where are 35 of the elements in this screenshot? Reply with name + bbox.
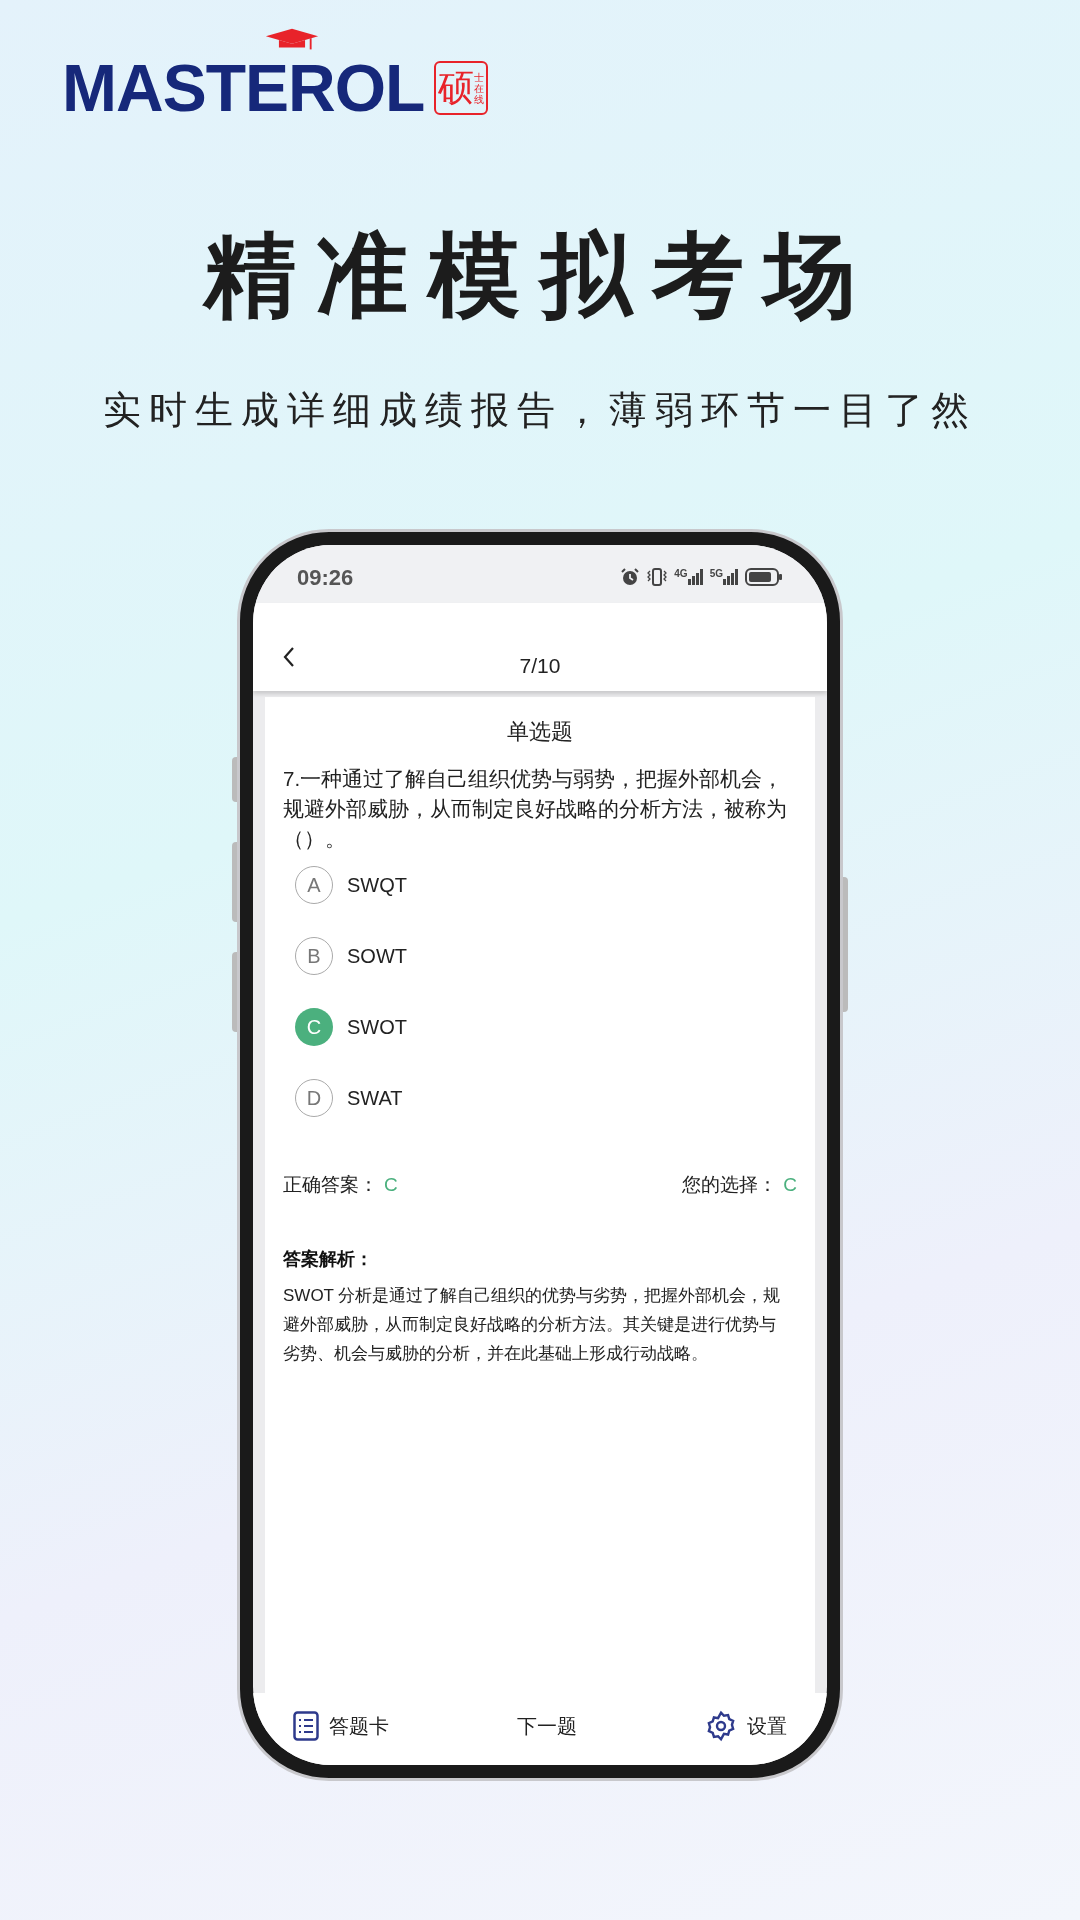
alarm-icon (620, 567, 641, 587)
answer-option[interactable]: D SWAT (295, 1079, 797, 1117)
analysis-text: SWOT 分析是通过了解自己组织的优势与劣势，把握外部机会，规避外部威胁，从而制定良好战略的分析方法。其关键是进行优势与劣势、机会与威胁的分析，并在此基础上形成行动战略。 (283, 1284, 782, 1365)
question-type: 单选题 (507, 718, 573, 746)
battery-icon (745, 567, 783, 587)
question-text: 7.一种通过了解自己组织优势与弱势，把握外部机会，规避外部威胁，从而制定良好战略的分析方法，被称为（）。 (283, 766, 788, 852)
signal-icon (687, 569, 704, 585)
nav-title: 7/10 (519, 653, 561, 680)
answer-option[interactable]: C SWOT (295, 1008, 797, 1046)
correct-answer-value: C (384, 1173, 398, 1197)
back-icon (281, 645, 297, 669)
answer-option[interactable]: B SOWT (295, 937, 797, 975)
your-choice-label: 您的选择： (682, 1173, 778, 1197)
option-letter: C (295, 1008, 333, 1046)
status-time: 09:26 (297, 563, 354, 592)
option-text: SWOT (347, 1015, 407, 1040)
logo-wordmark: MASTEROL (62, 55, 425, 121)
network-label: 5G (709, 569, 723, 579)
headline: 精准模拟考场 (201, 229, 877, 321)
vibrate-icon (646, 567, 669, 587)
settings-icon (705, 1710, 737, 1742)
option-text: SWAT (347, 1086, 403, 1111)
signal-icon (723, 569, 739, 585)
analysis-title: 答案解析： (283, 1247, 374, 1271)
answer-option[interactable]: A SWQT (295, 866, 797, 904)
bottom-bar-button[interactable]: 答题卡 (293, 1711, 389, 1741)
correct-answer-label: 正确答案： (283, 1173, 378, 1197)
bottom-bar-button[interactable]: 下一题 (517, 1711, 577, 1741)
your-choice-value: C (783, 1173, 797, 1197)
network-label: 4G (674, 569, 688, 579)
option-text: SOWT (347, 944, 407, 969)
subtitle: 实时生成详细成绩报告，薄弱环节一目了然 (102, 391, 978, 429)
list-icon (293, 1711, 319, 1741)
bottom-bar-button[interactable]: 设置 (705, 1710, 787, 1742)
option-text: SWQT (347, 873, 407, 898)
